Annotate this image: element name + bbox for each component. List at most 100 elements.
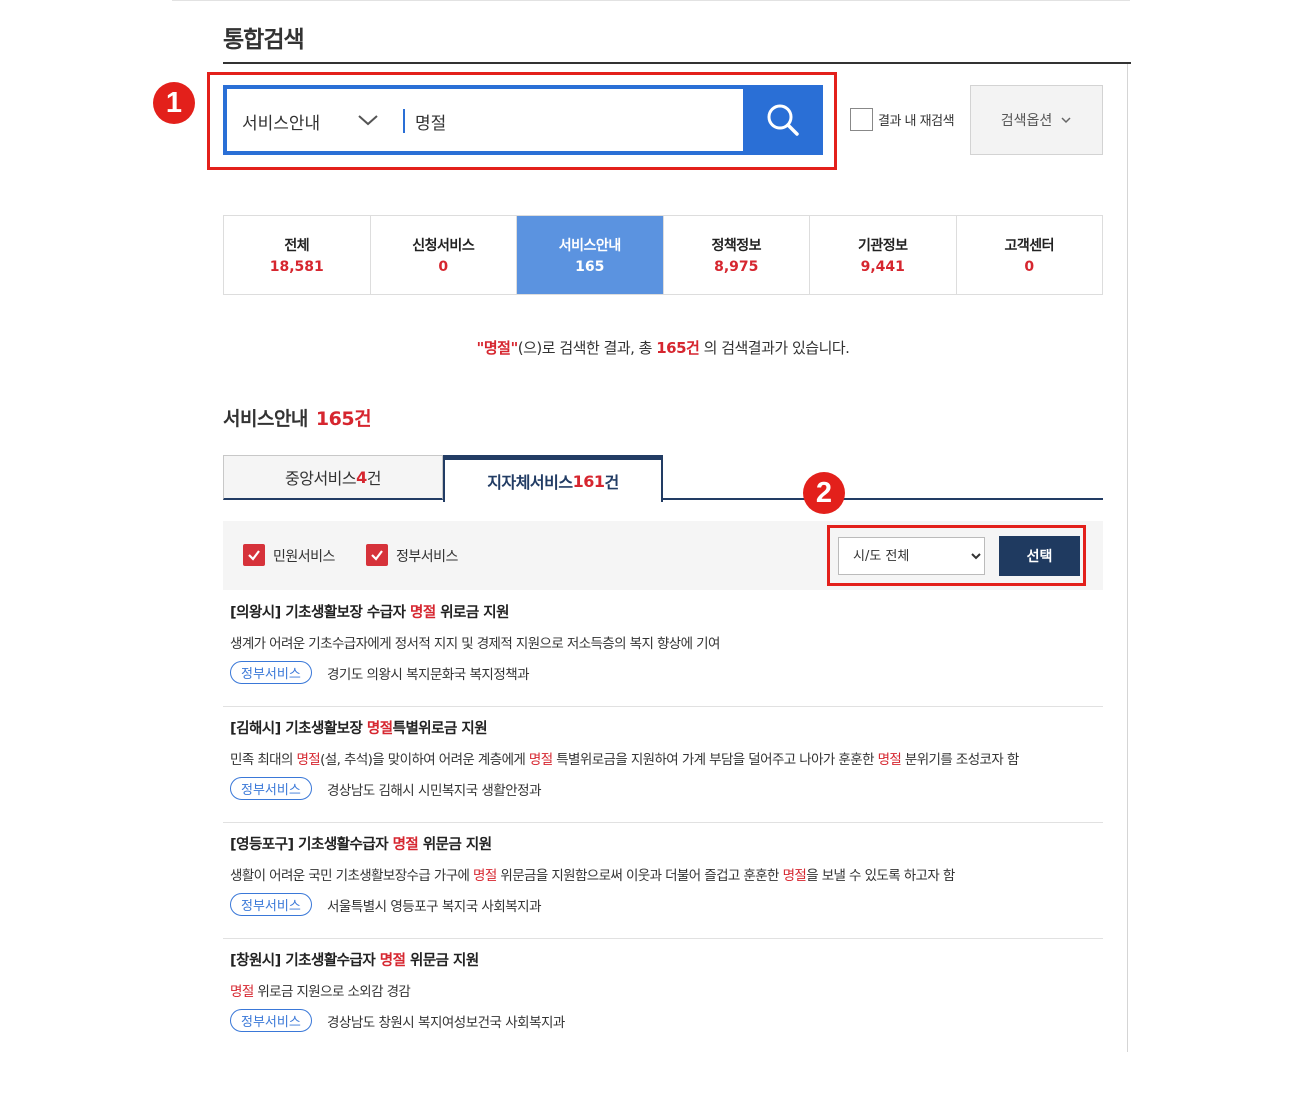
keyword-highlight: 명절 — [366, 721, 393, 737]
chevron-down-icon[interactable] — [357, 109, 379, 131]
tab-label: 중앙서비스 — [285, 469, 357, 488]
tab-central-service[interactable]: 중앙서비스 4건 — [223, 455, 443, 500]
tab-label: 신청서비스 — [412, 238, 475, 254]
result-title[interactable]: [의왕시] 기초생활보장 수급자 명절 위로금 지원 — [230, 601, 509, 622]
text-segment: 위로금 지원 — [435, 605, 509, 621]
result-item: [창원시] 기초생활수급자 명절 위문금 지원 명절 위로금 지원으로 소외감 경… — [223, 939, 1103, 1055]
result-organization: 경상남도 김해시 시민복지국 생활안정과 — [327, 783, 542, 799]
within-results-checkbox[interactable] — [850, 108, 873, 131]
tab-local-service[interactable]: 지자체서비스 161 건 — [443, 455, 663, 502]
result-title[interactable]: [영등포구] 기초생활수급자 명절 위문금 지원 — [230, 833, 492, 854]
gov-service-label: 정부서비스 — [396, 549, 458, 565]
result-summary: "명절"(으)로 검색한 결과, 총 165건 의 검색결과가 있습니다. — [223, 337, 1103, 358]
text-segment: 위문금 지원 — [418, 837, 492, 853]
search-divider — [403, 109, 405, 133]
tab-count: 0 — [438, 259, 449, 275]
page-title: 통합검색 — [223, 27, 305, 53]
tab-label: 기관정보 — [857, 238, 908, 254]
category-tabs: 전체 18,581 신청서비스 0 서비스안내 165 정책정보 8,975 기… — [223, 215, 1103, 295]
tab-label: 전체 — [284, 238, 310, 254]
result-description: 민족 최대의 명절(설, 추석)을 맞이하여 어려운 계층에게 명절 특별위로금… — [230, 748, 1019, 768]
keyword-highlight: 명절 — [296, 752, 321, 768]
summary-total: 165건 — [656, 339, 700, 357]
tab-customer-center[interactable]: 고객센터 0 — [957, 216, 1103, 294]
text-segment: 위문금 지원 — [405, 953, 479, 969]
tab-count: 18,581 — [269, 259, 324, 275]
text-segment: [창원시] 기초생활수급자 — [230, 953, 380, 969]
keyword-highlight: 명절 — [230, 984, 254, 1000]
text-segment: 생활이 어려운 국민 기초생활보장수급 가구에 — [230, 868, 474, 884]
tab-count: 8,975 — [714, 259, 759, 275]
gov-service-checkbox[interactable] — [366, 544, 388, 566]
tab-label: 고객센터 — [1004, 238, 1055, 254]
keyword-highlight: 명절 — [782, 868, 807, 884]
keyword-highlight: 명절 — [528, 752, 553, 768]
top-divider — [172, 0, 1130, 1]
keyword-highlight: 명절 — [473, 868, 497, 884]
result-title[interactable]: [김해시] 기초생활보장 명절특별위로금 지원 — [230, 717, 488, 738]
tab-agency-info[interactable]: 기관정보 9,441 — [810, 216, 957, 294]
tab-count: 165 — [575, 259, 605, 275]
tab-service-guide[interactable]: 서비스안내 165 — [517, 216, 664, 294]
tab-unit: 건 — [366, 469, 382, 488]
result-item: [의왕시] 기초생활보장 수급자 명절 위로금 지원생계가 어려운 기초수급자에… — [223, 591, 1103, 707]
keyword-highlight: 명절 — [877, 752, 902, 768]
summary-term: "명절" — [476, 339, 519, 357]
search-options-button[interactable]: 검색옵션 — [970, 85, 1103, 155]
section-count: 165건 — [315, 408, 372, 430]
within-results-label: 결과 내 재검색 — [878, 114, 955, 129]
civil-service-label: 민원서비스 — [273, 549, 335, 565]
region-select[interactable]: 시/도 전체 — [838, 537, 985, 575]
text-segment: [의왕시] 기초생활보장 수급자 — [230, 605, 410, 621]
summary-end: 의 검색결과가 있습니다. — [699, 339, 850, 357]
callout-marker-1: 1 — [153, 82, 195, 124]
text-segment: 특별위로금 지원 — [392, 721, 488, 737]
tab-count: 9,441 — [860, 259, 905, 275]
tab-count: 4 — [356, 467, 367, 487]
search-bar: 서비스안내 — [223, 85, 823, 155]
search-category-label[interactable]: 서비스안내 — [242, 109, 320, 134]
keyword-highlight: 명절 — [409, 605, 436, 621]
text-segment: 생계가 어려운 기초수급자에게 정서적 지지 및 경제적 지원으로 저소득층의 … — [230, 636, 720, 652]
text-segment: 을 보낼 수 있도록 하고자 함 — [806, 868, 955, 884]
checkmark-icon — [248, 550, 260, 561]
result-item: [김해시] 기초생활보장 명절특별위로금 지원 민족 최대의 명절(설, 추석)을… — [223, 707, 1103, 823]
callout-marker-2: 2 — [803, 472, 845, 514]
text-segment: 위로금 지원으로 소외감 경감 — [253, 984, 411, 1000]
result-organization: 경상남도 창원시 복지여성보건국 사회복지과 — [327, 1015, 565, 1031]
tab-label: 서비스안내 — [558, 238, 621, 254]
result-item: [영등포구] 기초생활수급자 명절 위문금 지원생활이 어려운 국민 기초생활보… — [223, 823, 1103, 939]
result-description: 생계가 어려운 기초수급자에게 정서적 지지 및 경제적 지원으로 저소득층의 … — [230, 632, 720, 652]
keyword-highlight: 명절 — [379, 953, 406, 969]
text-segment: (설, 추석)을 맞이하여 어려운 계층에게 — [320, 752, 529, 768]
tab-label: 정책정보 — [711, 238, 762, 254]
keyword-highlight: 명절 — [392, 837, 419, 853]
service-type-badge: 정부서비스 — [230, 777, 312, 800]
select-button[interactable]: 선택 — [999, 536, 1080, 576]
tab-count: 161 — [572, 471, 605, 491]
civil-service-checkbox[interactable] — [243, 544, 265, 566]
result-description: 명절 위로금 지원으로 소외감 경감 — [230, 980, 411, 1000]
text-segment: 위문금을 지원함으로써 이웃과 더불어 즐겁고 훈훈한 — [496, 868, 783, 884]
result-title[interactable]: [창원시] 기초생활수급자 명절 위문금 지원 — [230, 949, 479, 970]
text-segment: 분위기를 조성코자 함 — [901, 752, 1019, 768]
search-options-label: 검색옵션 — [1000, 113, 1053, 129]
result-organization: 서울특별시 영등포구 복지국 사회복지과 — [327, 899, 542, 915]
tab-all[interactable]: 전체 18,581 — [224, 216, 371, 294]
text-segment: [영등포구] 기초생활수급자 — [230, 837, 393, 853]
text-segment: 민족 최대의 — [230, 752, 297, 768]
title-underline — [223, 62, 1131, 64]
summary-mid: (으)로 검색한 결과, 총 — [517, 339, 657, 357]
chevron-down-icon — [1061, 117, 1071, 124]
section-title-text: 서비스안내 — [223, 408, 308, 430]
search-input[interactable] — [415, 103, 735, 139]
tab-policy-info[interactable]: 정책정보 8,975 — [664, 216, 810, 294]
text-segment: 특별위로금을 지원하여 가계 부담을 덜어주고 나아가 훈훈한 — [552, 752, 878, 768]
result-description: 생활이 어려운 국민 기초생활보장수급 가구에 명절 위문금을 지원함으로써 이… — [230, 864, 955, 884]
search-button[interactable] — [743, 85, 823, 155]
service-type-badge: 정부서비스 — [230, 1009, 312, 1032]
service-type-badge: 정부서비스 — [230, 661, 312, 684]
tab-application-service[interactable]: 신청서비스 0 — [371, 216, 517, 294]
result-organization: 경기도 의왕시 복지문화국 복지정책과 — [327, 667, 530, 683]
text-segment: [김해시] 기초생활보장 — [230, 721, 367, 737]
